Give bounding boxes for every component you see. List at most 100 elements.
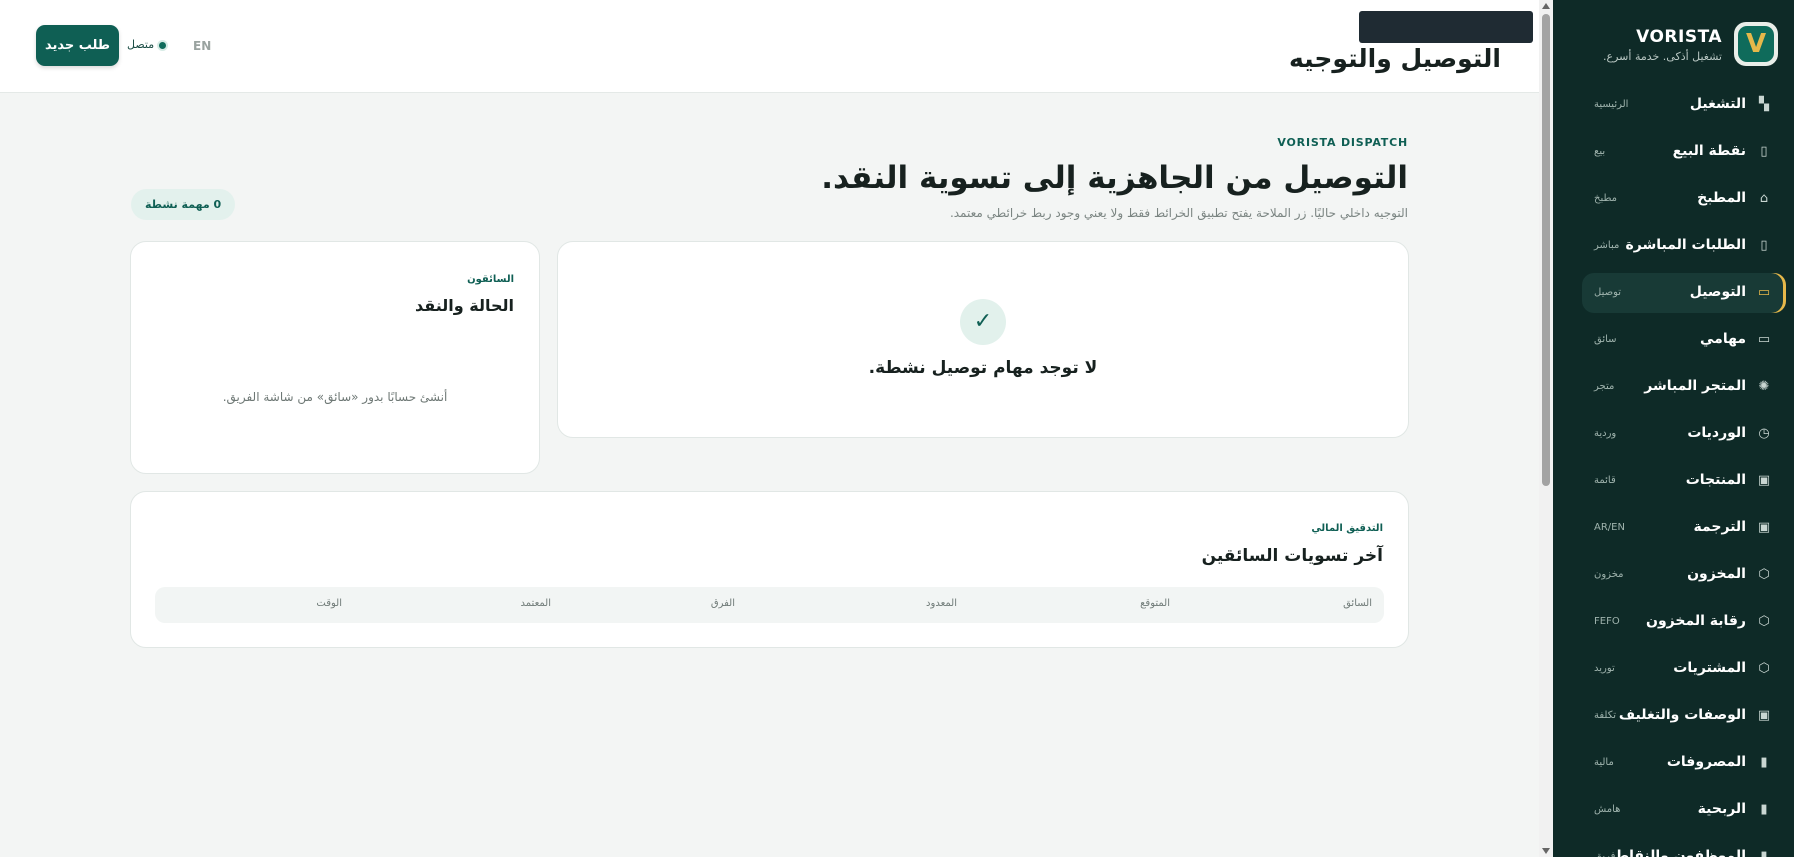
- column-header-counted[interactable]: المعدود: [926, 598, 957, 609]
- sidebar-item-hint: AR/EN: [1594, 522, 1625, 533]
- sidebar-item-label: التوصيل: [1689, 284, 1746, 300]
- clock-icon: ◷: [1758, 426, 1770, 441]
- hero-subtitle: التوجيه داخلي حاليًا. زر الملاحة يفتح تط…: [949, 206, 1408, 220]
- sidebar-item-stock-control[interactable]: ⬡ رقابة المخزون FEFO: [1582, 602, 1786, 642]
- brand-logo: V: [1734, 22, 1778, 66]
- status-dot-icon: [159, 41, 167, 49]
- sidebar-item-purchases[interactable]: ⬡ المشتريات توريد: [1582, 649, 1786, 689]
- delivery-icon: ▭: [1757, 285, 1771, 300]
- column-header-approved[interactable]: المعتمد: [521, 598, 551, 609]
- sidebar-item-label: الربحية: [1697, 801, 1746, 817]
- scroll-down-arrow-icon[interactable]: [1542, 848, 1550, 854]
- brand[interactable]: V VORISTA تشغيل أذكى. خدمة أسرع.: [1558, 22, 1778, 68]
- hero-title: التوصيل من الجاهزية إلى تسوية النقد.: [821, 160, 1408, 196]
- page-scrollbar[interactable]: [1539, 0, 1553, 857]
- sidebar-item-hint: مخزون: [1594, 569, 1624, 580]
- brand-logo-letter: V: [1738, 26, 1774, 62]
- brand-tagline: تشغيل أذكى. خدمة أسرع.: [1603, 50, 1722, 63]
- sidebar-item-hint: هامش: [1594, 804, 1621, 815]
- sidebar-item-hint: بيع: [1594, 146, 1606, 157]
- profit-icon: ▮: [1760, 802, 1768, 817]
- sidebar-item-pos[interactable]: ▯ نقطة البيع بيع: [1582, 132, 1786, 172]
- sidebar-item-expenses[interactable]: ▮ المصروفات مالية: [1582, 743, 1786, 783]
- column-header-difference[interactable]: الفرق: [711, 598, 735, 609]
- sidebar-item-label: المصروفات: [1666, 754, 1746, 770]
- sidebar-item-hint: الرئيسية: [1594, 99, 1629, 110]
- sidebar-item-inventory[interactable]: ⬡ المخزون مخزون: [1582, 555, 1786, 595]
- sidebar-item-recipes[interactable]: ▣ الوصفات والتغليف تكلفة: [1582, 696, 1786, 736]
- sidebar-item-hint: متجر: [1594, 381, 1615, 392]
- inventory-icon: ⬡: [1758, 567, 1770, 582]
- expenses-icon: ▮: [1760, 755, 1768, 770]
- sidebar-item-tasks[interactable]: ▭ مهامي سائق: [1582, 320, 1786, 360]
- page-title: التوصيل والتوجيه: [1289, 44, 1501, 73]
- column-header-time[interactable]: الوقت: [316, 598, 342, 609]
- tasks-icon: ▭: [1757, 332, 1771, 347]
- new-order-button[interactable]: طلب جديد: [36, 25, 119, 66]
- language-toggle[interactable]: EN: [193, 39, 211, 53]
- drivers-card: السائقون الحالة والنقد أنشئ حسابًا بدور …: [130, 241, 540, 474]
- sidebar-item-label: الورديات: [1687, 425, 1746, 441]
- staff-icon: ▮: [1760, 849, 1768, 857]
- sidebar-item-staff[interactable]: ▮ الموظفون والنقاط فريق: [1582, 837, 1786, 857]
- sidebar-item-orders[interactable]: ▯ الطلبات المباشرة مباشر: [1582, 226, 1786, 266]
- brand-name: VORISTA: [1636, 27, 1722, 47]
- top-bar: التوصيل والتوجيه طلب جديد متصل EN: [0, 0, 1539, 93]
- sidebar-item-label: التشغيل: [1689, 96, 1746, 112]
- translate-icon: ▣: [1757, 520, 1771, 535]
- orders-icon: ▯: [1760, 238, 1768, 253]
- purchases-icon: ⬡: [1758, 661, 1770, 676]
- column-header-expected[interactable]: المتوقع: [1140, 598, 1170, 609]
- sidebar: V VORISTA تشغيل أذكى. خدمة أسرع. ▚ التشغي…: [1553, 0, 1794, 857]
- sidebar-item-hint: قائمة: [1594, 475, 1616, 486]
- sidebar-item-hint: مباشر: [1594, 240, 1620, 251]
- sidebar-item-store[interactable]: ✺ المتجر المباشر متجر: [1582, 367, 1786, 407]
- recipes-icon: ▣: [1757, 708, 1771, 723]
- sidebar-item-hint: توريد: [1594, 663, 1615, 674]
- scroll-up-arrow-icon[interactable]: [1542, 3, 1550, 9]
- column-header-driver[interactable]: السائق: [1343, 598, 1372, 609]
- settlements-card: التدقيق المالي آخر تسويات السائقين السائ…: [130, 491, 1409, 648]
- active-deliveries-card: ✓ لا توجد مهام توصيل نشطة.: [557, 241, 1409, 438]
- sidebar-item-hint: تكلفة: [1594, 710, 1617, 721]
- drivers-title: الحالة والنقد: [414, 296, 514, 315]
- sidebar-item-hint: FEFO: [1594, 616, 1620, 627]
- drivers-eyebrow: السائقون: [467, 274, 514, 285]
- sidebar-item-label: المشتريات: [1673, 660, 1746, 676]
- drivers-note: أنشئ حسابًا بدور «سائق» من شاشة الفريق.: [222, 390, 448, 404]
- hero-eyebrow: VORISTA DISPATCH: [1277, 136, 1408, 149]
- audit-title: آخر تسويات السائقين: [1201, 546, 1383, 566]
- sidebar-item-label: نقطة البيع: [1672, 143, 1746, 159]
- connection-status: متصل: [127, 38, 167, 51]
- empty-state-text: لا توجد مهام توصيل نشطة.: [868, 358, 1098, 378]
- sidebar-item-kitchen[interactable]: ⌂ المطبخ مطبخ: [1582, 179, 1786, 219]
- sidebar-item-clock[interactable]: ◷ الورديات وردية: [1582, 414, 1786, 454]
- sidebar-item-hint: فريق: [1594, 851, 1616, 857]
- active-tasks-badge: 0 مهمة نشطة: [131, 189, 236, 220]
- sidebar-item-delivery[interactable]: ▭ التوصيل توصيل: [1582, 273, 1786, 313]
- settlements-table-header: السائق المتوقع المعدود الفرق المعتمد الو…: [155, 587, 1384, 623]
- header-search-box[interactable]: [1359, 11, 1533, 43]
- sidebar-item-dashboard[interactable]: ▚ التشغيل الرئيسية: [1582, 85, 1786, 125]
- sidebar-item-hint: مالية: [1594, 757, 1614, 768]
- sidebar-item-label: مهامي: [1700, 331, 1746, 347]
- status-label: متصل: [127, 38, 155, 51]
- kitchen-icon: ⌂: [1759, 191, 1769, 206]
- check-icon: ✓: [960, 299, 1006, 345]
- audit-eyebrow: التدقيق المالي: [1311, 523, 1383, 534]
- sidebar-item-label: المتجر المباشر: [1644, 378, 1746, 394]
- sidebar-item-label: المنتجات: [1685, 472, 1746, 488]
- sidebar-item-label: المخزون: [1687, 566, 1746, 582]
- sidebar-item-hint: سائق: [1594, 334, 1617, 345]
- sidebar-item-hint: وردية: [1594, 428, 1617, 439]
- sidebar-item-products[interactable]: ▣ المنتجات قائمة: [1582, 461, 1786, 501]
- products-icon: ▣: [1757, 473, 1771, 488]
- store-icon: ✺: [1758, 379, 1770, 394]
- sidebar-item-hint: مطبخ: [1594, 193, 1618, 204]
- sidebar-item-translate[interactable]: ▣ الترجمة AR/EN: [1582, 508, 1786, 548]
- pos-icon: ▯: [1760, 144, 1768, 159]
- sidebar-item-label: الترجمة: [1693, 519, 1746, 535]
- dashboard-icon: ▚: [1759, 97, 1769, 112]
- sidebar-item-profit[interactable]: ▮ الربحية هامش: [1582, 790, 1786, 830]
- page-scroll-thumb[interactable]: [1542, 14, 1550, 486]
